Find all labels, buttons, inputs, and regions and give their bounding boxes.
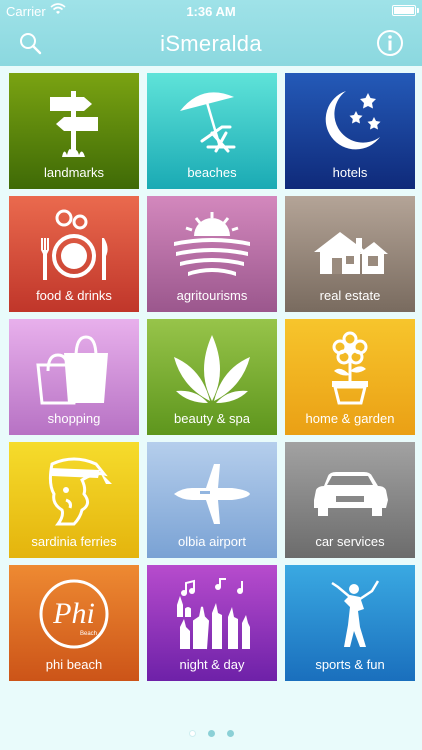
flower-pot-icon bbox=[285, 327, 415, 409]
moon-stars-icon bbox=[285, 81, 415, 163]
tile-label: olbia airport bbox=[178, 534, 246, 549]
tile-label: food & drinks bbox=[36, 288, 112, 303]
leaves-icon bbox=[147, 327, 277, 409]
page-dot[interactable] bbox=[207, 730, 215, 737]
category-grid: landmarks beaches hotels food & drinks agrit… bbox=[9, 73, 415, 681]
tile-phi-beach[interactable]: Phi Beach phi beach bbox=[9, 565, 139, 681]
farm-sunrise-icon bbox=[147, 204, 277, 286]
moor-head-icon bbox=[9, 450, 139, 532]
info-icon[interactable] bbox=[376, 29, 404, 57]
tile-sports-fun[interactable]: sports & fun bbox=[285, 565, 415, 681]
airplane-icon bbox=[147, 450, 277, 532]
tile-landmarks[interactable]: landmarks bbox=[9, 73, 139, 189]
signpost-icon bbox=[9, 81, 139, 163]
tile-home-garden[interactable]: home & garden bbox=[285, 319, 415, 435]
tile-label: phi beach bbox=[45, 657, 103, 672]
tile-car-services[interactable]: car services bbox=[285, 442, 415, 558]
tile-olbia-airport[interactable]: olbia airport bbox=[147, 442, 277, 558]
tile-label: car services bbox=[315, 534, 385, 549]
svg-text:Beach: Beach bbox=[80, 631, 97, 637]
navigation-bar: iSmeralda bbox=[0, 22, 422, 66]
tile-real-estate[interactable]: real estate bbox=[285, 196, 415, 312]
beach-umbrella-icon bbox=[147, 81, 277, 163]
phi-logo-icon: Phi Beach bbox=[9, 573, 139, 655]
battery-icon bbox=[392, 5, 419, 16]
app-title: iSmeralda bbox=[160, 31, 262, 56]
tile-label: home & garden bbox=[305, 411, 395, 426]
tile-sardinia-ferries[interactable]: sardinia ferries bbox=[9, 442, 139, 558]
page-indicator[interactable] bbox=[0, 724, 422, 742]
app-header: Carrier 1:36 AM iSmeralda bbox=[0, 0, 422, 66]
tile-label: shopping bbox=[47, 411, 101, 426]
tile-label: beauty & spa bbox=[174, 411, 250, 426]
tile-food-drinks[interactable]: food & drinks bbox=[9, 196, 139, 312]
status-bar: Carrier 1:36 AM bbox=[0, 0, 422, 22]
tile-beauty-spa[interactable]: beauty & spa bbox=[147, 319, 277, 435]
tile-label: landmarks bbox=[44, 165, 104, 180]
plate-cutlery-icon bbox=[9, 204, 139, 286]
tile-shopping[interactable]: shopping bbox=[9, 319, 139, 435]
tile-label: beaches bbox=[187, 165, 237, 180]
house-icon bbox=[285, 204, 415, 286]
page-dot[interactable] bbox=[226, 730, 234, 737]
tile-label: agritourisms bbox=[176, 288, 248, 303]
tile-night-day[interactable]: night & day bbox=[147, 565, 277, 681]
car-icon bbox=[285, 450, 415, 532]
tile-label: real estate bbox=[319, 288, 381, 303]
tile-label: night & day bbox=[179, 657, 245, 672]
tile-hotels[interactable]: hotels bbox=[285, 73, 415, 189]
status-time: 1:36 AM bbox=[186, 4, 236, 19]
tile-label: hotels bbox=[332, 165, 368, 180]
page-dot[interactable] bbox=[188, 730, 196, 737]
music-hands-icon bbox=[147, 573, 277, 655]
svg-text:Phi: Phi bbox=[52, 597, 95, 630]
tile-label: sardinia ferries bbox=[31, 534, 117, 549]
golfer-icon bbox=[285, 573, 415, 655]
tile-agritourisms[interactable]: agritourisms bbox=[147, 196, 277, 312]
tile-label: sports & fun bbox=[315, 657, 385, 672]
tile-beaches[interactable]: beaches bbox=[147, 73, 277, 189]
shopping-bags-icon bbox=[9, 327, 139, 409]
